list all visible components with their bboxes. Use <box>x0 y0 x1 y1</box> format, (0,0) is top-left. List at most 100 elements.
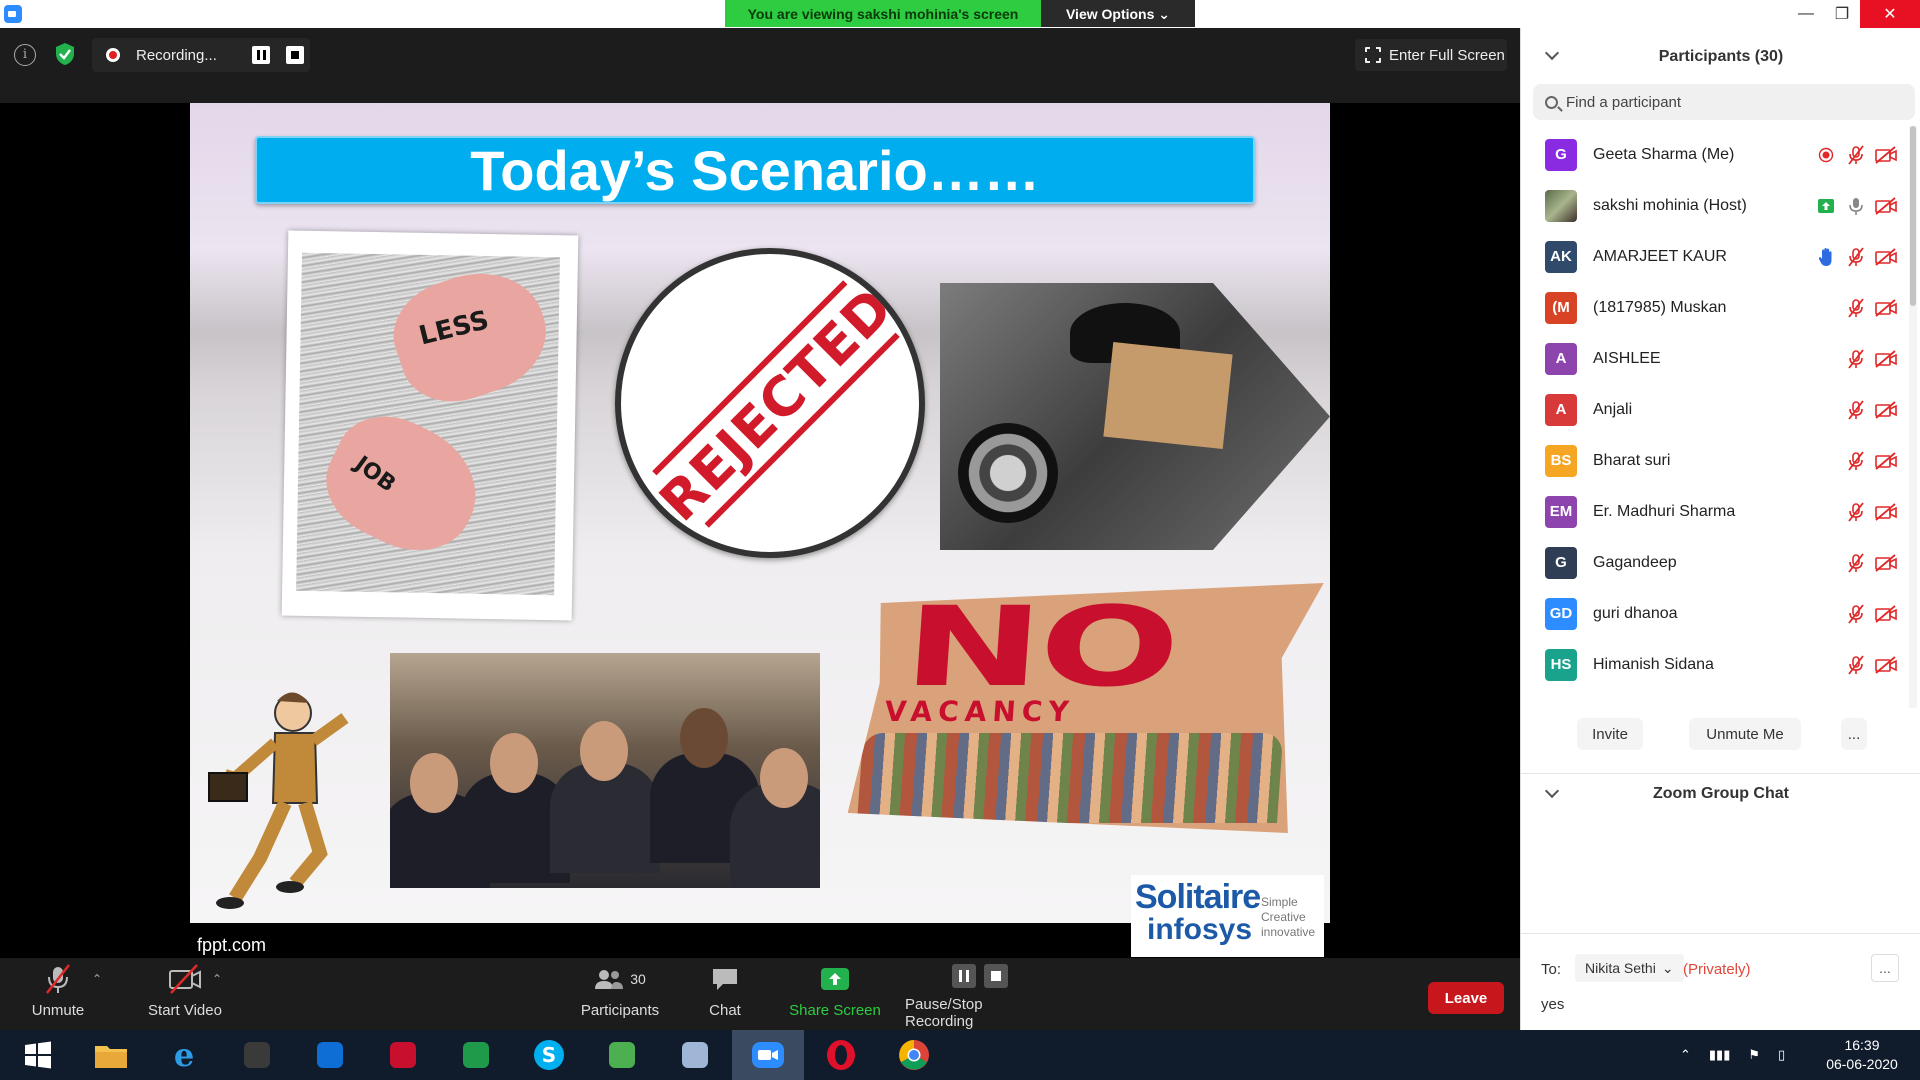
chat-button[interactable]: Chat <box>700 958 750 1030</box>
internet-explorer-icon[interactable]: e <box>148 1030 220 1080</box>
clock-date: 06-06-2020 <box>1826 1056 1898 1072</box>
participant-row[interactable]: (M (1817985) Muskan <box>1521 282 1907 333</box>
video-off-icon <box>1875 450 1897 472</box>
envelope-app-icon[interactable] <box>659 1030 731 1080</box>
participant-row[interactable]: AK AMARJEET KAUR <box>1521 231 1907 282</box>
microphone-muted-icon <box>1845 297 1867 319</box>
mendeley-icon[interactable] <box>367 1030 439 1080</box>
view-options-label: View Options <box>1065 6 1155 22</box>
chat-message-input[interactable]: yes <box>1541 996 1564 1013</box>
participant-row[interactable]: G Gagandeep <box>1521 537 1907 588</box>
participant-row[interactable]: sakshi mohinia (Host) <box>1521 180 1907 231</box>
to-label: To: <box>1541 961 1562 978</box>
recording-icon <box>1815 144 1837 166</box>
minimize-button[interactable]: — <box>1788 0 1824 28</box>
find-participant-placeholder: Find a participant <box>1566 93 1682 111</box>
avatar: BS <box>1545 444 1577 477</box>
participant-row[interactable]: A AISHLEE <box>1521 333 1907 384</box>
chat-more-button[interactable]: ... <box>1871 954 1899 982</box>
participant-name: Bharat suri <box>1593 451 1671 469</box>
rejected-stamp-image: REJECTED <box>615 248 925 558</box>
avatar: GD <box>1545 597 1577 630</box>
zoom-icon[interactable] <box>732 1030 804 1080</box>
participant-row[interactable]: HS Himanish Sidana <box>1521 639 1907 690</box>
share-screen-button[interactable]: Share Screen <box>785 958 885 1030</box>
enter-full-screen-button[interactable]: Enter Full Screen <box>1355 39 1507 71</box>
participant-row[interactable]: G Geeta Sharma (Me) <box>1521 129 1907 180</box>
close-button[interactable]: ✕ <box>1860 0 1920 28</box>
stop-icon <box>984 964 1008 988</box>
participant-status-icons <box>1815 195 1897 217</box>
start-video-button[interactable]: Start Video <box>130 958 240 1030</box>
view-options-button[interactable]: View Options ⌄ <box>1041 0 1195 27</box>
restore-button[interactable]: ❐ <box>1824 0 1860 28</box>
avatar: A <box>1545 393 1577 426</box>
chrome-icon[interactable] <box>878 1030 950 1080</box>
camtasia-icon[interactable] <box>586 1030 658 1080</box>
taskbar-clock[interactable]: 16:39 06-06-2020 <box>1812 1036 1912 1074</box>
avatar: A <box>1545 342 1577 375</box>
more-options-button[interactable]: ... <box>1841 718 1867 750</box>
avatar <box>1545 189 1577 222</box>
unmute-me-button[interactable]: Unmute Me <box>1689 718 1801 750</box>
skype-icon[interactable]: S <box>513 1030 585 1080</box>
opera-icon[interactable] <box>805 1030 877 1080</box>
participant-status-icons <box>1815 144 1897 166</box>
participant-name: Er. Madhuri Sharma <box>1593 502 1736 520</box>
info-icon[interactable]: i <box>14 44 36 66</box>
zoom-app-icon <box>4 5 22 23</box>
fullscreen-icon <box>1364 46 1382 64</box>
participant-status-icons <box>1815 246 1897 268</box>
shield-icon[interactable] <box>54 42 76 66</box>
video-options-caret-icon[interactable]: ⌃ <box>212 972 222 986</box>
participant-row[interactable]: A Anjali <box>1521 384 1907 435</box>
collapse-participants-icon[interactable] <box>1544 45 1560 61</box>
participants-label: Participants <box>580 1002 660 1019</box>
action-center-flag-icon[interactable]: ⚑ <box>1748 1047 1760 1063</box>
windows-start-icon[interactable] <box>2 1030 74 1080</box>
participant-row[interactable]: GD guri dhanoa <box>1521 588 1907 639</box>
participant-row[interactable]: EM Er. Madhuri Sharma <box>1521 486 1907 537</box>
video-off-icon <box>1875 399 1897 421</box>
participants-scrollbar[interactable] <box>1909 126 1917 708</box>
stop-recording-icon[interactable] <box>286 46 304 64</box>
teamviewer-icon[interactable] <box>294 1030 366 1080</box>
invite-button[interactable]: Invite <box>1577 718 1643 750</box>
chat-header: Zoom Group Chat <box>1521 773 1920 813</box>
logo-tag-3: innovative <box>1261 925 1316 939</box>
participants-button[interactable]: 30 Participants <box>575 958 665 1030</box>
slide-title-bar: Today’s Scenario…… <box>255 136 1255 204</box>
video-off-icon <box>1875 297 1897 319</box>
unmute-label: Unmute <box>31 1002 85 1019</box>
participant-status-icons <box>1845 297 1897 319</box>
participant-name: sakshi mohinia (Host) <box>1593 196 1747 214</box>
pause-stop-recording-button[interactable]: Pause/Stop Recording <box>905 958 1055 1030</box>
participant-status-icons <box>1845 654 1897 676</box>
microphone-muted-icon <box>1845 399 1867 421</box>
scrollbar-thumb[interactable] <box>1910 126 1916 306</box>
sharing-screen-icon <box>1815 195 1837 217</box>
chat-recipient-select[interactable]: Nikita Sethi ⌄ <box>1575 954 1684 982</box>
green-circle-app-icon[interactable] <box>440 1030 512 1080</box>
battery-icon[interactable]: ▯ <box>1778 1047 1785 1063</box>
solitaire-infosys-logo: Solitaire infosys Simple Creative innova… <box>1131 875 1324 957</box>
leave-button[interactable]: Leave <box>1428 982 1504 1014</box>
presentation-slide: Today’s Scenario…… LESS JOB REJECTED NO … <box>190 103 1330 923</box>
start-video-label: Start Video <box>148 1002 222 1019</box>
microphone-muted-icon <box>46 964 70 994</box>
participant-row[interactable]: BS Bharat suri <box>1521 435 1907 486</box>
participant-name: AISHLEE <box>1593 349 1661 367</box>
microphone-muted-icon <box>1845 450 1867 472</box>
avatar: G <box>1545 138 1577 171</box>
pause-recording-icon[interactable] <box>252 46 270 64</box>
unmute-button[interactable]: Unmute <box>22 958 94 1030</box>
file-explorer-icon[interactable] <box>75 1030 147 1080</box>
find-participant-input[interactable]: Find a participant <box>1533 84 1915 120</box>
audio-options-caret-icon[interactable]: ⌃ <box>92 972 102 986</box>
network-icon[interactable]: ▮▮▮ <box>1709 1047 1730 1063</box>
video-camera-off-icon <box>169 964 201 994</box>
collapse-chat-icon[interactable] <box>1544 783 1560 799</box>
microphone-muted-icon <box>1845 654 1867 676</box>
show-hidden-icons-icon[interactable]: ⌃ <box>1680 1047 1691 1063</box>
hypercam-icon[interactable] <box>221 1030 293 1080</box>
